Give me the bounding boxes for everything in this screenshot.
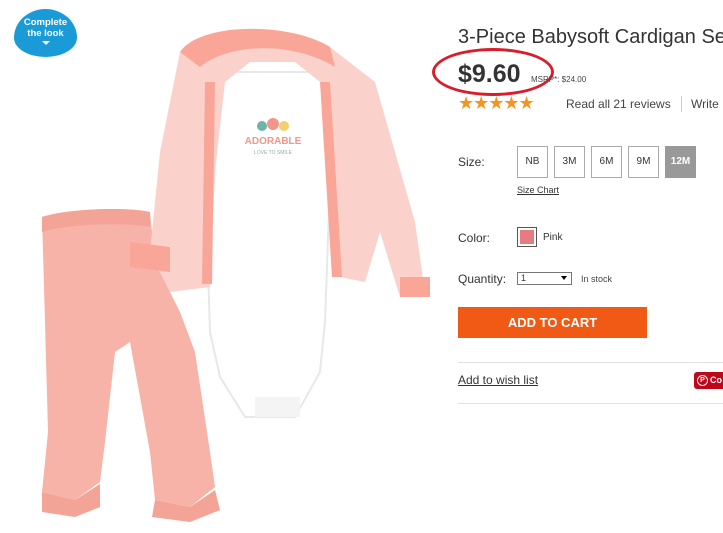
- svg-text:ADORABLE: ADORABLE: [245, 136, 302, 147]
- size-option-12m[interactable]: 12M: [665, 146, 696, 178]
- pinterest-icon: P: [697, 375, 708, 386]
- size-option-nb[interactable]: NB: [517, 146, 548, 178]
- stock-status: In stock: [581, 274, 613, 284]
- product-price: $9.60: [458, 60, 521, 88]
- quantity-select[interactable]: 1: [517, 272, 572, 285]
- product-title: 3-Piece Babysoft Cardigan Set: [458, 26, 723, 48]
- rating-stars-icon: ★★★★★: [458, 93, 535, 113]
- color-swatch-pink[interactable]: [517, 227, 537, 247]
- divider: [458, 403, 723, 404]
- size-option-6m[interactable]: 6M: [591, 146, 622, 178]
- size-option-9m[interactable]: 9M: [628, 146, 659, 178]
- quantity-label: Quantity:: [458, 272, 507, 286]
- size-option-3m[interactable]: 3M: [554, 146, 585, 178]
- pinterest-button[interactable]: P Co: [694, 372, 723, 389]
- chevron-down-icon: [561, 276, 567, 280]
- quantity-value: 1: [521, 273, 527, 283]
- size-label: Size:: [458, 155, 485, 169]
- swatch-fill: [520, 230, 534, 244]
- msrp-price: MSRP*: $24.00: [531, 75, 587, 84]
- divider: [458, 362, 723, 363]
- write-review-link[interactable]: Write: [691, 97, 719, 111]
- pinterest-label: Co: [710, 375, 722, 385]
- color-name: Pink: [543, 232, 563, 243]
- svg-text:LOVE TO SMILE: LOVE TO SMILE: [254, 150, 293, 156]
- color-label: Color:: [458, 231, 491, 245]
- product-image: ADORABLE LOVE TO SMILE: [42, 28, 430, 522]
- read-reviews-link[interactable]: Read all 21 reviews: [566, 97, 671, 111]
- divider: [681, 96, 682, 112]
- add-to-cart-button[interactable]: ADD TO CART: [458, 307, 647, 338]
- add-to-wishlist-link[interactable]: Add to wish list: [458, 373, 538, 387]
- size-chart-link[interactable]: Size Chart: [517, 185, 559, 195]
